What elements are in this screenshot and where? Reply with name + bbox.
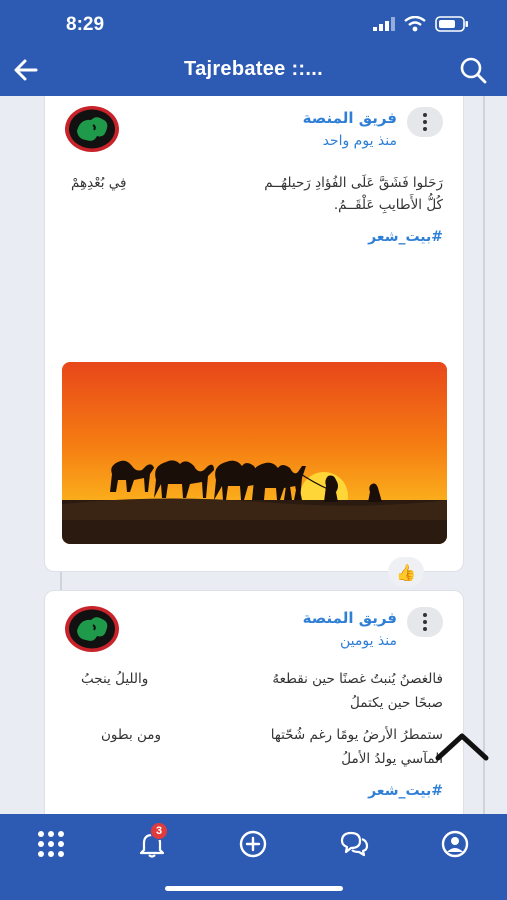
tab-apps[interactable] xyxy=(33,826,69,862)
app-header: 8:29 Tajrebatee ::... xyxy=(0,0,507,96)
notification-badge: 3 xyxy=(150,822,168,840)
wifi-icon xyxy=(404,16,426,32)
scroll-track xyxy=(483,96,485,814)
scroll-to-top-button[interactable] xyxy=(432,728,492,768)
verse-line: والليلُ ينجبُ xyxy=(81,671,149,687)
post-time: منذ يوم واحد xyxy=(322,133,397,149)
post-reaction-summary[interactable]: 👍 xyxy=(388,557,424,587)
post-card: فريق المنصة منذ يومين فالغصنُ يُنبتُ غصن… xyxy=(44,590,464,814)
tab-create[interactable] xyxy=(235,826,271,862)
post-card: فريق المنصة منذ يوم واحد رَحَلوا فَشَقَّ… xyxy=(44,96,464,643)
post-author[interactable]: فريق المنصة xyxy=(303,609,397,627)
post-time: منذ يومين xyxy=(339,633,397,649)
apps-grid-icon xyxy=(38,831,64,857)
home-indicator xyxy=(165,886,343,891)
chevron-up-icon xyxy=(435,733,489,761)
status-icons xyxy=(373,16,469,32)
status-time: 8:29 xyxy=(66,14,105,35)
verse-line: ستمطرُ الأرضُ يومًا رغم شُحّتها xyxy=(270,727,443,743)
post-hashtag[interactable]: #بيت_شعر xyxy=(368,229,443,245)
verse-line: فِي بُعْدِهِمْ xyxy=(71,175,127,191)
page-title: Tajrebatee ::... xyxy=(184,58,323,80)
kebab-menu-icon xyxy=(423,612,427,633)
tab-messages[interactable] xyxy=(336,826,372,862)
tab-profile[interactable] xyxy=(437,826,473,862)
verse-line: صبحًا حين يكتملُ xyxy=(350,695,443,711)
signal-icon xyxy=(373,17,395,31)
post-hashtag[interactable]: #بيت_شعر xyxy=(368,783,443,799)
verse-line: كُلُّ الأَطايبِ عَلْقَــمُ. xyxy=(333,197,443,213)
post-author[interactable]: فريق المنصة xyxy=(303,109,397,127)
verse-line: فالغصنُ يُنبتُ غصنًا حين نقطعهُ xyxy=(272,671,443,687)
thumbs-up-icon: 👍 xyxy=(396,562,416,582)
battery-icon xyxy=(435,16,468,32)
feed[interactable]: فريق المنصة منذ يوم واحد رَحَلوا فَشَقَّ… xyxy=(0,96,507,814)
tab-notifications[interactable]: 3 xyxy=(134,822,170,862)
profile-icon xyxy=(441,830,469,858)
avatar[interactable] xyxy=(64,105,120,153)
kebab-menu-icon xyxy=(423,112,427,133)
avatar[interactable] xyxy=(64,605,120,653)
search-icon[interactable] xyxy=(459,56,487,84)
chat-bubbles-icon xyxy=(340,831,369,857)
plus-circle-icon xyxy=(239,830,267,858)
verse-line: ومن بطون xyxy=(101,727,162,743)
bottom-nav: 3 xyxy=(0,814,507,900)
verse-line: رَحَلوا فَشَقَّ عَلَى الفُؤادِ رَحيلهُــ… xyxy=(264,175,443,191)
verse-line: المآسي يولدُ الأملُ xyxy=(341,751,443,767)
post-menu-button[interactable] xyxy=(407,107,443,137)
post-image[interactable] xyxy=(62,362,447,544)
post-menu-button[interactable] xyxy=(407,607,443,637)
